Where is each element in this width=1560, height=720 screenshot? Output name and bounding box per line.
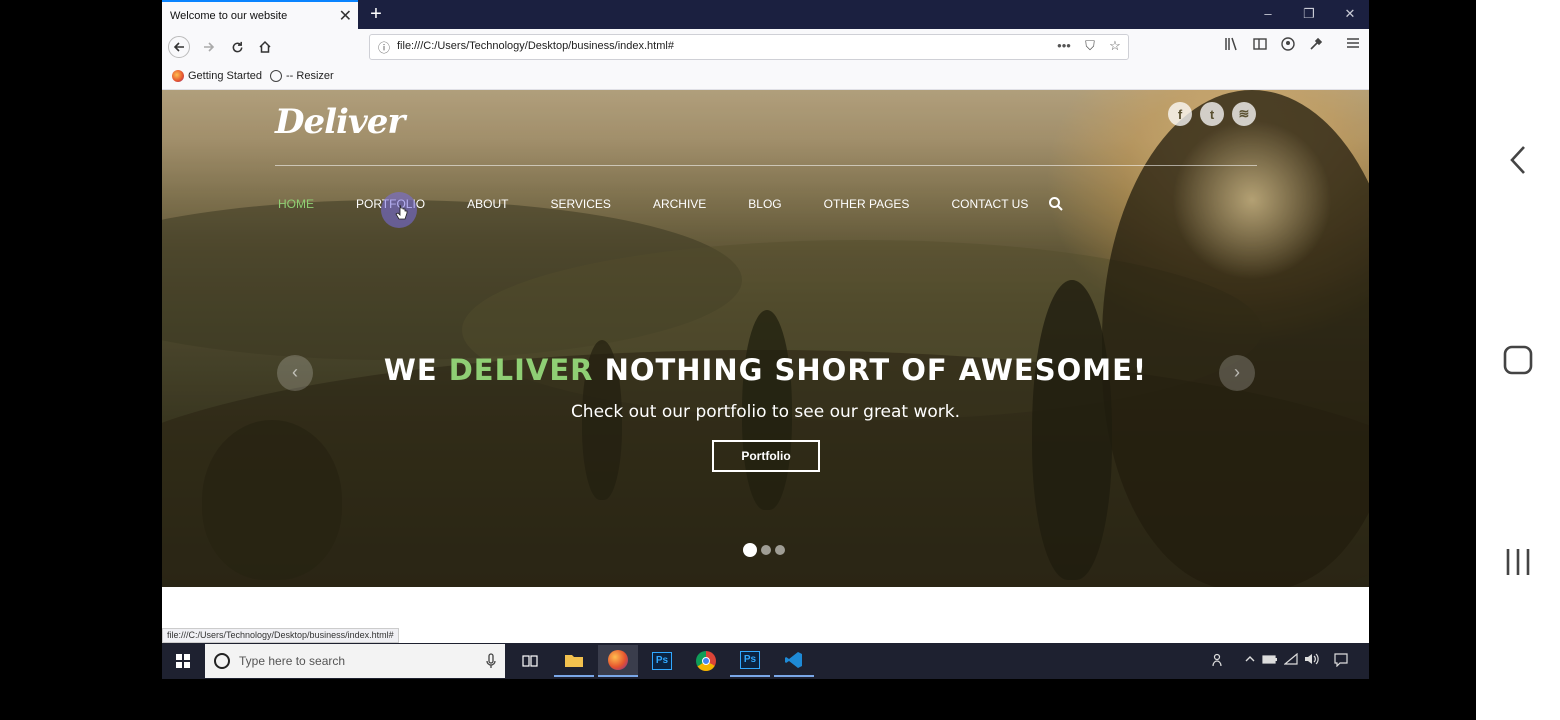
bookmark-resizer[interactable]: -- Resizer	[270, 70, 334, 82]
headline-part: NOTHING SHORT OF AWESOME!	[593, 353, 1148, 387]
forward-icon[interactable]	[196, 35, 222, 59]
bookmark-star-icon[interactable]: ☆	[1105, 38, 1125, 56]
slider-dot[interactable]	[761, 545, 771, 555]
new-tab-button[interactable]: +	[366, 2, 386, 26]
desktop-screen: Welcome to our website ✕ + – ❐ ✕ ⓘ file:…	[162, 0, 1369, 679]
slider-dot[interactable]	[775, 545, 785, 555]
photoshop-icon-2[interactable]: Ps	[730, 645, 770, 677]
bookmark-label: -- Resizer	[286, 70, 334, 82]
headline-accent: DELIVER	[448, 353, 594, 387]
firefox-icon	[172, 70, 184, 82]
hero-subline: Check out our portfolio to see our great…	[570, 402, 961, 422]
photoshop-icon[interactable]: Ps	[642, 645, 682, 677]
taskbar-search[interactable]: Type here to search	[205, 644, 505, 678]
menu-item-contact-us[interactable]: CONTACT US	[951, 197, 1028, 211]
search-icon[interactable]	[1048, 196, 1066, 214]
page-actions-icon[interactable]: •••	[1054, 38, 1074, 56]
browser-tabbar: Welcome to our website ✕ + – ❐ ✕	[162, 0, 1369, 29]
windows-start-icon[interactable]	[162, 643, 204, 679]
browser-tab[interactable]: Welcome to our website ✕	[162, 0, 358, 29]
menu-item-services[interactable]: SERVICES	[550, 197, 610, 211]
twitter-icon[interactable]: t	[1200, 102, 1224, 126]
headline-part: WE	[383, 353, 449, 387]
portfolio-button[interactable]: Portfolio	[712, 440, 820, 472]
wifi-icon[interactable]	[1283, 652, 1298, 668]
pocket-icon[interactable]: ⛉	[1080, 38, 1100, 56]
menu-item-archive[interactable]: ARCHIVE	[653, 197, 706, 211]
volume-icon[interactable]	[1304, 653, 1320, 668]
mouse-cursor	[381, 192, 417, 228]
android-nav-bar	[1476, 0, 1560, 720]
reload-icon[interactable]	[224, 35, 250, 59]
window-close-button[interactable]: ✕	[1338, 4, 1362, 24]
firefox-taskbar-icon[interactable]	[598, 645, 638, 677]
file-explorer-icon[interactable]	[554, 645, 594, 677]
phone-screen: Welcome to our website ✕ + – ❐ ✕ ⓘ file:…	[0, 0, 1560, 720]
tab-close-icon[interactable]: ✕	[339, 6, 352, 26]
menu-item-about[interactable]: ABOUT	[467, 197, 508, 211]
url-bar[interactable]: ⓘ file:///C:/Users/Technology/Desktop/bu…	[369, 34, 1129, 60]
vscode-icon[interactable]	[774, 645, 814, 677]
home-icon[interactable]	[252, 35, 278, 59]
home-button[interactable]	[1476, 330, 1560, 390]
hero-slider: Deliver f t ≋ HOME PORTFOLIO ABOUT SERVI…	[162, 90, 1369, 587]
back-button[interactable]	[1476, 130, 1560, 190]
people-icon[interactable]	[1212, 653, 1226, 670]
menu-item-blog[interactable]: BLOG	[748, 197, 781, 211]
browser-toolbar: ⓘ file:///C:/Users/Technology/Desktop/bu…	[162, 29, 1369, 65]
chrome-icon[interactable]	[686, 645, 726, 677]
menu-item-home[interactable]: HOME	[278, 197, 314, 211]
rss-icon[interactable]: ≋	[1232, 102, 1256, 126]
bookmarks-bar: Getting Started -- Resizer	[162, 65, 1369, 90]
account-icon[interactable]	[1278, 37, 1298, 57]
info-icon[interactable]: ⓘ	[376, 39, 392, 55]
library-icon[interactable]	[1222, 37, 1242, 57]
web-page: Deliver f t ≋ HOME PORTFOLIO ABOUT SERVI…	[162, 90, 1369, 643]
action-center-icon[interactable]	[1334, 653, 1348, 670]
minimize-button[interactable]: –	[1256, 4, 1280, 24]
status-bar-url: file:///C:/Users/Technology/Desktop/busi…	[162, 628, 399, 643]
restore-button[interactable]: ❐	[1297, 4, 1321, 24]
eyedropper-icon[interactable]	[1306, 37, 1326, 57]
battery-icon[interactable]	[1262, 653, 1278, 668]
cortana-icon	[214, 653, 230, 669]
taskbar-search-placeholder: Type here to search	[239, 654, 346, 668]
hero-headline: WE DELIVER NOTHING SHORT OF AWESOME!	[162, 353, 1369, 387]
tray-chevron-icon[interactable]	[1244, 653, 1256, 668]
bookmark-label: Getting Started	[188, 70, 262, 82]
recents-button[interactable]	[1476, 532, 1560, 592]
globe-icon	[270, 70, 282, 82]
slider-dots	[743, 543, 785, 557]
back-chevron-icon	[1510, 146, 1525, 174]
task-view-icon[interactable]	[510, 645, 550, 677]
microphone-icon[interactable]	[485, 653, 497, 669]
slider-dot[interactable]	[743, 543, 757, 557]
recents-icon	[1506, 549, 1530, 575]
home-square-icon	[1503, 345, 1533, 375]
menu-hamburger-icon[interactable]	[1343, 37, 1363, 57]
facebook-icon[interactable]: f	[1168, 102, 1192, 126]
menu-item-other-pages[interactable]: OTHER PAGES	[824, 197, 910, 211]
windows-taskbar: Type here to search Ps Ps	[162, 643, 1369, 679]
bookmark-getting-started[interactable]: Getting Started	[172, 70, 262, 82]
header-divider	[275, 165, 1257, 166]
site-logo[interactable]: Deliver	[275, 102, 405, 142]
social-links: f t ≋	[1168, 102, 1256, 126]
tab-title: Welcome to our website	[170, 9, 288, 22]
url-text[interactable]: file:///C:/Users/Technology/Desktop/busi…	[397, 40, 674, 52]
sidebar-icon[interactable]	[1250, 37, 1270, 57]
back-icon[interactable]	[168, 36, 190, 58]
